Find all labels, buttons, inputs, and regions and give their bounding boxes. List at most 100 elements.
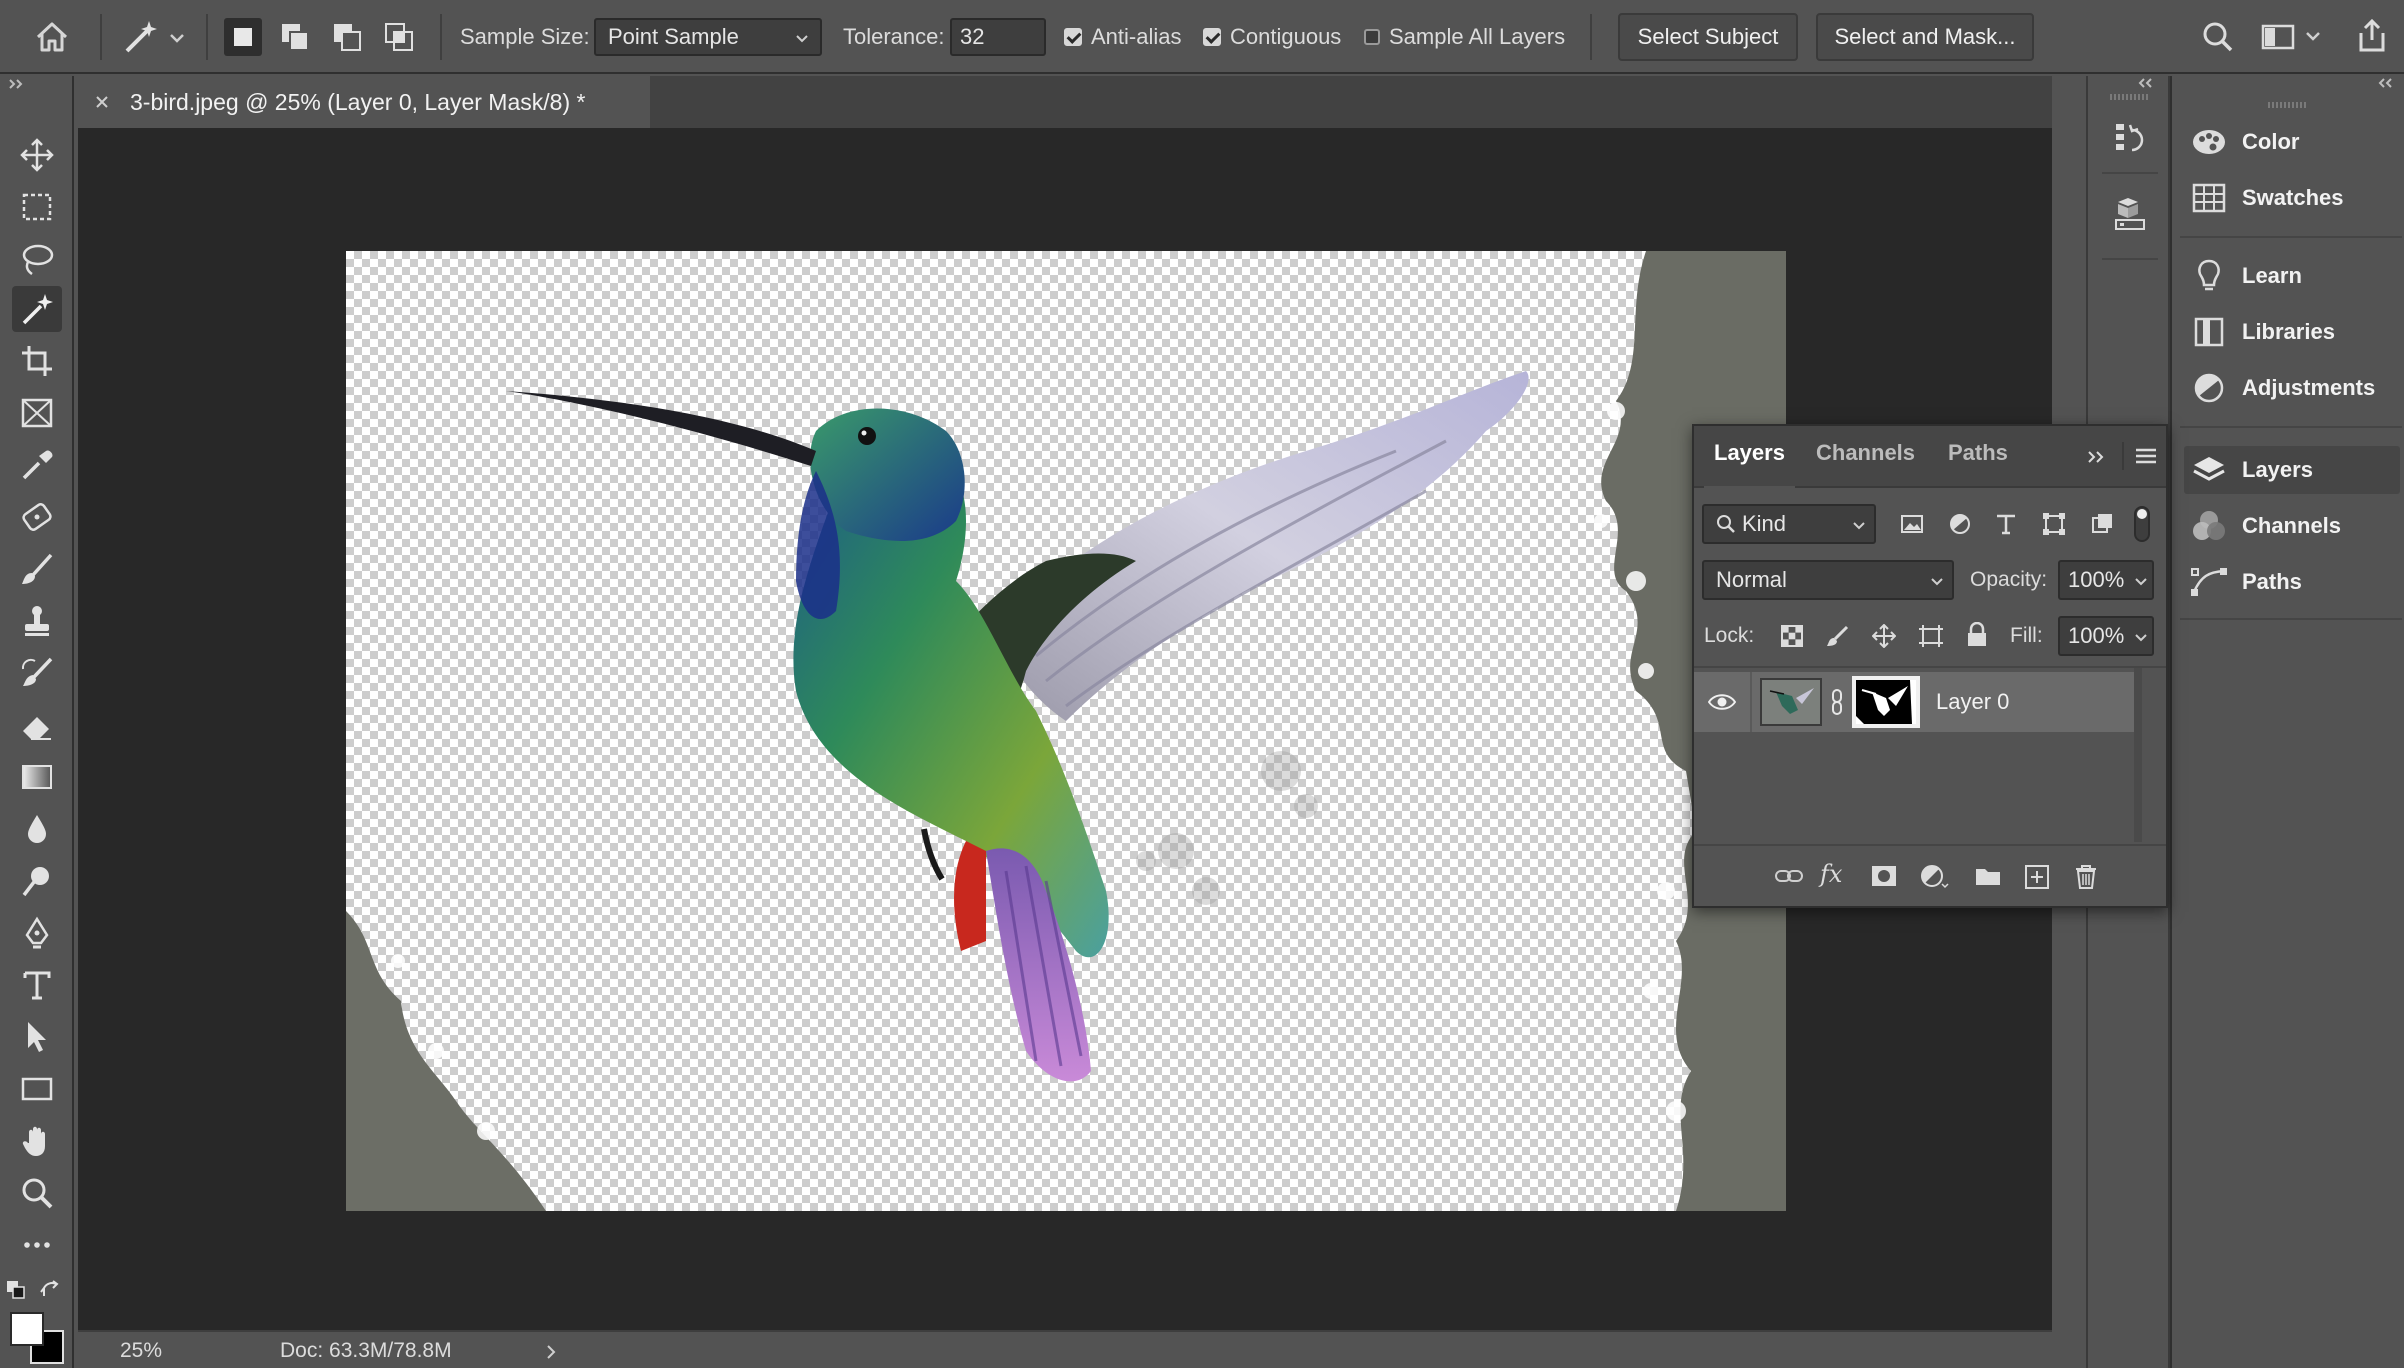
panel-layers[interactable]: Layers (2184, 446, 2400, 494)
eye-visibility-icon[interactable] (1708, 692, 1736, 712)
panel-libraries[interactable]: Libraries (2184, 308, 2400, 356)
hand-icon[interactable] (12, 1118, 62, 1164)
lock-artboard-icon[interactable] (1918, 624, 1944, 648)
expand-arrows-icon[interactable] (2086, 448, 2108, 466)
filter-adjustment-icon[interactable] (1948, 512, 1972, 536)
add-mask-icon[interactable] (1870, 864, 1898, 888)
eyedropper-icon[interactable] (12, 442, 62, 488)
panel-swatches[interactable]: Swatches (2184, 174, 2400, 222)
swap-colors-icon[interactable] (40, 1280, 62, 1302)
panel-learn[interactable]: Learn (2184, 252, 2400, 300)
link-layers-icon[interactable] (1774, 864, 1804, 888)
filter-pixel-icon[interactable] (1900, 512, 1924, 536)
layer-name[interactable]: Layer 0 (1936, 689, 2009, 715)
filter-shape-icon[interactable] (2042, 512, 2066, 536)
3d-icon[interactable] (2108, 192, 2152, 236)
default-colors-icon[interactable] (6, 1280, 28, 1302)
contiguous-check-box[interactable] (1203, 28, 1221, 46)
layers-panel: Layers Channels Paths Kind Normal Opacit… (1692, 424, 2168, 908)
frame-icon[interactable] (12, 390, 62, 436)
home-icon[interactable] (32, 18, 72, 56)
brush-icon[interactable] (12, 546, 62, 592)
filter-toggle[interactable] (2134, 506, 2150, 542)
document-image[interactable] (346, 251, 1786, 1211)
layer-mask-thumbnail[interactable] (1852, 676, 1920, 728)
history-icon[interactable] (2108, 116, 2152, 160)
options-bar: Sample Size: Point Sample Tolerance: 32 … (0, 0, 2404, 74)
zoom-level[interactable]: 25% (120, 1339, 162, 1363)
dodge-icon[interactable] (12, 858, 62, 904)
filter-kind-dropdown[interactable]: Kind (1702, 504, 1876, 544)
lock-transparent-pixels-icon[interactable] (1780, 624, 1804, 648)
eraser-icon[interactable] (12, 702, 62, 748)
foreground-color-swatch[interactable] (10, 1312, 44, 1346)
search-icon[interactable] (2200, 18, 2236, 56)
sample-all-layers-checkbox[interactable]: Sample All Layers (1364, 24, 1565, 50)
add-to-selection-mode-button[interactable] (276, 18, 314, 56)
spot-healing-icon[interactable] (12, 494, 62, 540)
panel-adjustments[interactable]: Adjustments (2184, 364, 2400, 412)
layer-row[interactable]: Layer 0 (1694, 672, 2134, 732)
anti-alias-checkbox[interactable]: Anti-alias (1064, 24, 1181, 50)
adjustments-icon (2194, 373, 2224, 403)
collapse-arrows-icon[interactable] (8, 76, 28, 92)
blend-mode-dropdown[interactable]: Normal (1702, 560, 1954, 600)
rectangle-shape-icon[interactable] (12, 1066, 62, 1112)
collapse-left-arrows-icon[interactable] (2376, 76, 2396, 90)
sample-size-dropdown[interactable]: Point Sample (594, 18, 822, 56)
collapse-left-arrows-icon[interactable] (2136, 76, 2156, 90)
zoom-icon[interactable] (12, 1170, 62, 1216)
new-group-folder-icon[interactable] (1974, 864, 2002, 888)
magic-wand-preset-icon[interactable] (118, 16, 188, 58)
tab-channels[interactable]: Channels (1816, 440, 1915, 466)
contiguous-checkbox[interactable]: Contiguous (1203, 24, 1341, 50)
type-icon[interactable] (12, 962, 62, 1008)
crop-icon[interactable] (12, 338, 62, 384)
lock-position-icon[interactable] (1872, 624, 1896, 648)
magic-wand-icon[interactable] (12, 286, 62, 332)
panel-paths[interactable]: Paths (2184, 558, 2400, 606)
tolerance-input[interactable]: 32 (950, 18, 1046, 56)
share-icon[interactable] (2352, 16, 2392, 56)
fill-input[interactable]: 100% (2058, 616, 2154, 656)
tab-paths[interactable]: Paths (1948, 440, 2008, 466)
delete-layer-icon[interactable] (2074, 864, 2098, 890)
move-tool-icon[interactable] (12, 132, 62, 178)
new-adjustment-layer-icon[interactable] (1920, 864, 1950, 890)
panel-menu-icon[interactable] (2134, 446, 2158, 466)
panel-channels[interactable]: Channels (2184, 502, 2400, 550)
new-selection-mode-button[interactable] (224, 18, 262, 56)
tab-layers[interactable]: Layers (1704, 440, 1795, 490)
lock-all-icon[interactable] (1966, 622, 1988, 648)
fx-icon[interactable]: fx (1820, 860, 1842, 888)
path-selection-icon[interactable] (12, 1014, 62, 1060)
chevron-right-icon[interactable] (544, 1343, 558, 1361)
clone-stamp-icon[interactable] (12, 598, 62, 644)
blur-drop-icon[interactable] (12, 806, 62, 852)
subtract-from-selection-mode-button[interactable] (328, 18, 366, 56)
rectangular-marquee-icon[interactable] (12, 184, 62, 230)
workspace-icon[interactable] (2260, 18, 2324, 56)
select-subject-button[interactable]: Select Subject (1618, 13, 1798, 61)
chevron-down-icon[interactable] (2134, 574, 2148, 588)
select-and-mask-button[interactable]: Select and Mask... (1816, 13, 2034, 61)
sample-all-layers-check-box[interactable] (1364, 29, 1380, 45)
chevron-down-icon[interactable] (2134, 630, 2148, 644)
anti-alias-check-box[interactable] (1064, 28, 1082, 46)
gradient-icon[interactable] (12, 754, 62, 800)
lasso-icon[interactable] (12, 236, 62, 282)
document-tab[interactable]: 3-bird.jpeg @ 25% (Layer 0, Layer Mask/8… (76, 76, 650, 128)
panel-color[interactable]: Color (2184, 118, 2400, 166)
layer-thumbnail[interactable] (1760, 678, 1822, 726)
more-tools-icon[interactable] (12, 1222, 62, 1268)
new-layer-icon[interactable] (2024, 864, 2050, 890)
close-tab-icon[interactable] (94, 94, 110, 110)
filter-type-icon[interactable] (1994, 512, 2018, 536)
filter-smart-object-icon[interactable] (2090, 512, 2114, 536)
history-brush-icon[interactable] (12, 650, 62, 696)
intersect-selection-mode-button[interactable] (380, 18, 418, 56)
lock-image-pixels-icon[interactable] (1826, 624, 1850, 648)
pen-icon[interactable] (12, 910, 62, 956)
opacity-input[interactable]: 100% (2058, 560, 2154, 600)
mask-link-icon[interactable] (1830, 688, 1844, 716)
